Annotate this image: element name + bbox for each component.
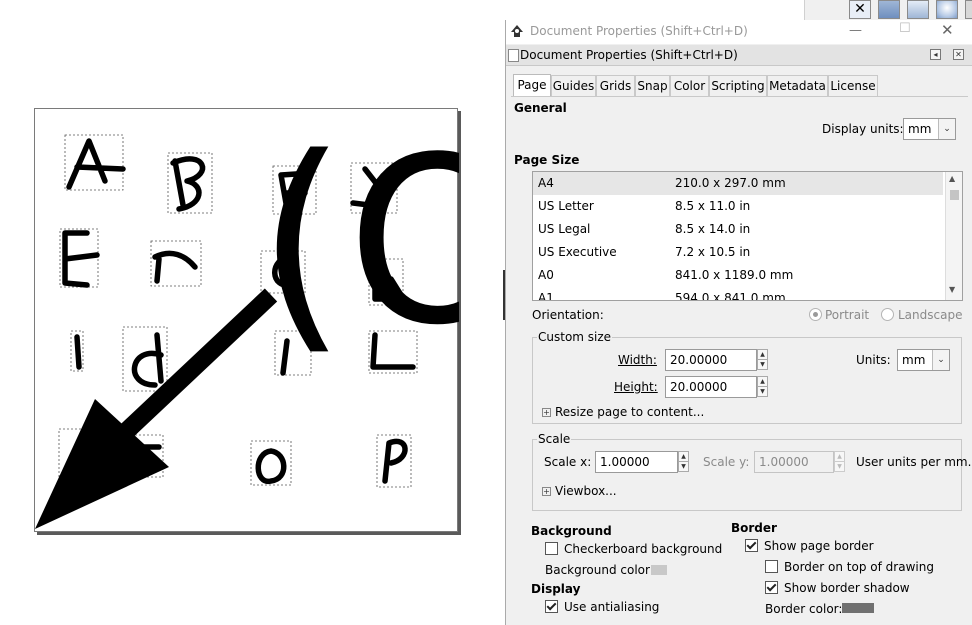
general-heading: General	[514, 101, 567, 115]
viewbox-expander[interactable]: + Viewbox...	[542, 484, 617, 498]
landscape-radio[interactable]	[881, 308, 894, 321]
scale-x-input[interactable]: 1.00000	[595, 451, 678, 473]
scale-group: Scale	[532, 432, 962, 511]
swatch-button[interactable]	[878, 0, 900, 19]
border-on-top-checkbox[interactable]	[765, 560, 778, 573]
expand-icon: +	[542, 487, 551, 496]
page-size-heading: Page Size	[514, 153, 580, 167]
list-item[interactable]: US Legal 8.5 x 14.0 in	[533, 218, 943, 241]
list-scrollbar[interactable]: ▲ ▼	[945, 172, 962, 300]
dock-collapse-icon[interactable]: ◂	[930, 49, 941, 60]
width-input[interactable]: 20.00000	[665, 349, 757, 371]
width-label: Width:	[618, 353, 657, 367]
scale-y-input[interactable]: 1.00000	[754, 451, 834, 473]
resize-page-expander[interactable]: + Resize page to content...	[542, 405, 704, 419]
checkerboard-label: Checkerboard background	[564, 542, 723, 556]
antialiasing-checkbox[interactable]	[545, 600, 558, 613]
toolbar-strip: ✕	[804, 0, 972, 20]
border-color-swatch[interactable]	[842, 603, 874, 613]
portrait-label: Portrait	[825, 308, 870, 322]
scale-x-stepper[interactable]: ▲ ▼	[678, 451, 689, 472]
show-border-checkbox[interactable]	[745, 539, 758, 552]
portrait-radio[interactable]	[809, 308, 822, 321]
scroll-up-icon[interactable]: ▲	[949, 174, 955, 183]
list-item[interactable]: US Executive 7.2 x 10.5 in	[533, 241, 943, 264]
border-color-label: Border color:	[765, 602, 843, 616]
minimize-icon[interactable]: —	[849, 23, 862, 38]
checkerboard-checkbox[interactable]	[545, 542, 558, 555]
page-size-list[interactable]: A4 210.0 x 297.0 mm US Letter 8.5 x 11.0…	[532, 171, 963, 301]
display-heading: Display	[531, 582, 581, 596]
list-item[interactable]: A1 594.0 x 841.0 mm	[533, 287, 943, 300]
document-page[interactable]: (O	[34, 108, 459, 533]
list-item[interactable]: US Letter 8.5 x 11.0 in	[533, 195, 943, 218]
height-label: Height:	[614, 380, 658, 394]
tab-snap[interactable]: Snap	[635, 75, 670, 96]
height-input[interactable]: 20.00000	[665, 376, 757, 398]
chevron-down-icon: ⌄	[938, 119, 955, 139]
orientation-label: Orientation:	[532, 308, 604, 322]
arrow-shape[interactable]	[35, 288, 278, 529]
tab-license[interactable]: License	[828, 75, 878, 96]
scale-y-stepper[interactable]: ▲ ▼	[834, 451, 845, 472]
swatch-button[interactable]	[907, 0, 929, 19]
display-units-label: Display units:	[822, 122, 904, 136]
spin-down-icon[interactable]: ▼	[757, 359, 768, 370]
tab-color[interactable]: Color	[670, 75, 709, 96]
dock-close-icon[interactable]: ✕	[953, 49, 964, 60]
display-units-value: mm	[908, 122, 932, 136]
user-units-label: User units per mm.	[856, 455, 972, 469]
tab-metadata[interactable]: Metadata	[767, 75, 828, 96]
antialiasing-label: Use antialiasing	[564, 600, 660, 614]
chevron-down-icon: ⌄	[932, 350, 949, 370]
units-select[interactable]: mm ⌄	[897, 349, 950, 371]
dock-header[interactable]: Document Properties (Shift+Ctrl+D) ◂ ✕	[506, 45, 972, 66]
height-stepper[interactable]: ▲ ▼	[757, 376, 768, 397]
bg-color-swatch[interactable]	[651, 565, 667, 575]
tab-divider	[511, 96, 968, 97]
maximize-icon[interactable]: ☐	[899, 21, 911, 36]
close-icon[interactable]: ✕	[849, 0, 871, 19]
tab-scripting[interactable]: Scripting	[709, 75, 767, 96]
spin-down-icon[interactable]: ▼	[834, 461, 845, 472]
spin-down-icon[interactable]: ▼	[678, 461, 689, 472]
window-title: Document Properties (Shift+Ctrl+D)	[530, 24, 748, 38]
scroll-down-icon[interactable]: ▼	[949, 285, 955, 294]
scale-x-label: Scale x:	[544, 455, 592, 469]
document-properties-dialog: Document Properties (Shift+Ctrl+D) — ☐ ✕…	[505, 20, 972, 625]
spin-down-icon[interactable]: ▼	[757, 386, 768, 397]
swatch-button[interactable]	[936, 0, 958, 19]
tab-guides[interactable]: Guides	[551, 75, 596, 96]
window-titlebar[interactable]: Document Properties (Shift+Ctrl+D) — ☐ ✕	[506, 20, 972, 44]
list-item[interactable]: A0 841.0 x 1189.0 mm	[533, 264, 943, 287]
bg-color-label: Background color:	[545, 563, 654, 577]
border-on-top-label: Border on top of drawing	[784, 560, 934, 574]
expand-icon: +	[542, 408, 551, 417]
border-shadow-label: Show border shadow	[784, 581, 910, 595]
drawing-svg[interactable]: (O	[35, 109, 459, 533]
swatch-button[interactable]	[965, 0, 972, 19]
background-heading: Background	[531, 524, 612, 538]
units-label: Units:	[856, 353, 891, 367]
display-units-select[interactable]: mm ⌄	[903, 118, 956, 140]
tab-grids[interactable]: Grids	[596, 75, 635, 96]
show-border-label: Show page border	[764, 539, 874, 553]
list-item[interactable]: A4 210.0 x 297.0 mm	[533, 172, 943, 195]
border-shadow-checkbox[interactable]	[765, 581, 778, 594]
tab-page[interactable]: Page	[513, 74, 551, 97]
dock-title: Document Properties (Shift+Ctrl+D)	[520, 48, 738, 62]
scroll-thumb[interactable]	[950, 190, 959, 200]
close-icon[interactable]: ✕	[941, 21, 954, 39]
inkscape-logo-icon	[511, 25, 523, 37]
border-heading: Border	[731, 521, 777, 535]
drawing-canvas[interactable]: (O	[0, 0, 504, 625]
document-icon	[508, 49, 519, 62]
width-stepper[interactable]: ▲ ▼	[757, 349, 768, 370]
scale-y-label: Scale y:	[703, 455, 750, 469]
custom-size-heading: Custom size	[537, 330, 613, 344]
landscape-label: Landscape	[898, 308, 963, 322]
large-text-object[interactable]: (O	[257, 109, 459, 376]
scale-heading: Scale	[537, 432, 572, 446]
